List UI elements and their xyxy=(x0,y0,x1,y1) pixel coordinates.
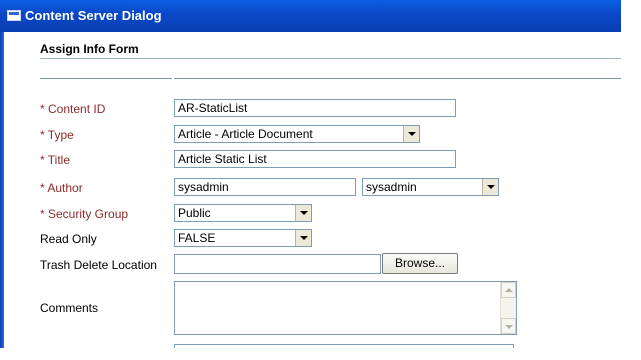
trash-delete-location-input[interactable] xyxy=(174,254,381,274)
chevron-down-icon[interactable] xyxy=(403,126,419,142)
security-group-select[interactable]: Public xyxy=(174,204,312,222)
type-label: * Type xyxy=(40,128,74,142)
read-only-label: Read Only xyxy=(40,232,97,246)
author-select[interactable]: sysadmin xyxy=(362,178,499,196)
title-bar[interactable]: Content Server Dialog xyxy=(0,0,633,32)
torn-edge-bottom xyxy=(0,348,633,360)
arrow-down-icon[interactable] xyxy=(501,318,516,334)
chevron-down-icon[interactable] xyxy=(295,205,311,221)
security-group-select-value: Public xyxy=(178,206,211,220)
read-only-select-value: FALSE xyxy=(178,231,216,245)
content-id-input[interactable]: AR-StaticList xyxy=(174,99,456,117)
author-label: * Author xyxy=(40,181,83,195)
field-column-divider xyxy=(174,78,633,79)
label-column-divider xyxy=(40,78,172,79)
form-title-divider xyxy=(40,58,633,59)
comments-scrollbar[interactable] xyxy=(500,282,516,334)
browse-button[interactable]: Browse... xyxy=(382,253,458,274)
read-only-select[interactable]: FALSE xyxy=(174,229,312,247)
security-group-label: * Security Group xyxy=(40,207,129,221)
author-input[interactable]: sysadmin xyxy=(174,178,356,196)
form-title: Assign Info Form xyxy=(40,42,139,56)
window-title: Content Server Dialog xyxy=(25,8,162,23)
type-select[interactable]: Article - Article Document xyxy=(174,125,420,143)
content-server-dialog: Content Server Dialog Assign Info Form *… xyxy=(0,0,633,360)
arrow-up-icon[interactable] xyxy=(501,282,516,298)
comments-textarea[interactable] xyxy=(174,281,517,335)
window-icon xyxy=(7,10,21,21)
author-select-value: sysadmin xyxy=(366,180,417,194)
chevron-down-icon[interactable] xyxy=(295,230,311,246)
title-input[interactable]: Article Static List xyxy=(174,150,456,168)
title-label: * Title xyxy=(40,153,71,167)
trash-delete-location-label: Trash Delete Location xyxy=(40,258,157,272)
chevron-down-icon[interactable] xyxy=(482,179,498,195)
type-select-value: Article - Article Document xyxy=(178,127,313,141)
assign-info-form: Assign Info Form * Content ID AR-StaticL… xyxy=(4,32,633,360)
comments-label: Comments xyxy=(40,301,99,315)
torn-edge-right xyxy=(621,0,633,360)
content-id-label: * Content ID xyxy=(40,102,106,116)
